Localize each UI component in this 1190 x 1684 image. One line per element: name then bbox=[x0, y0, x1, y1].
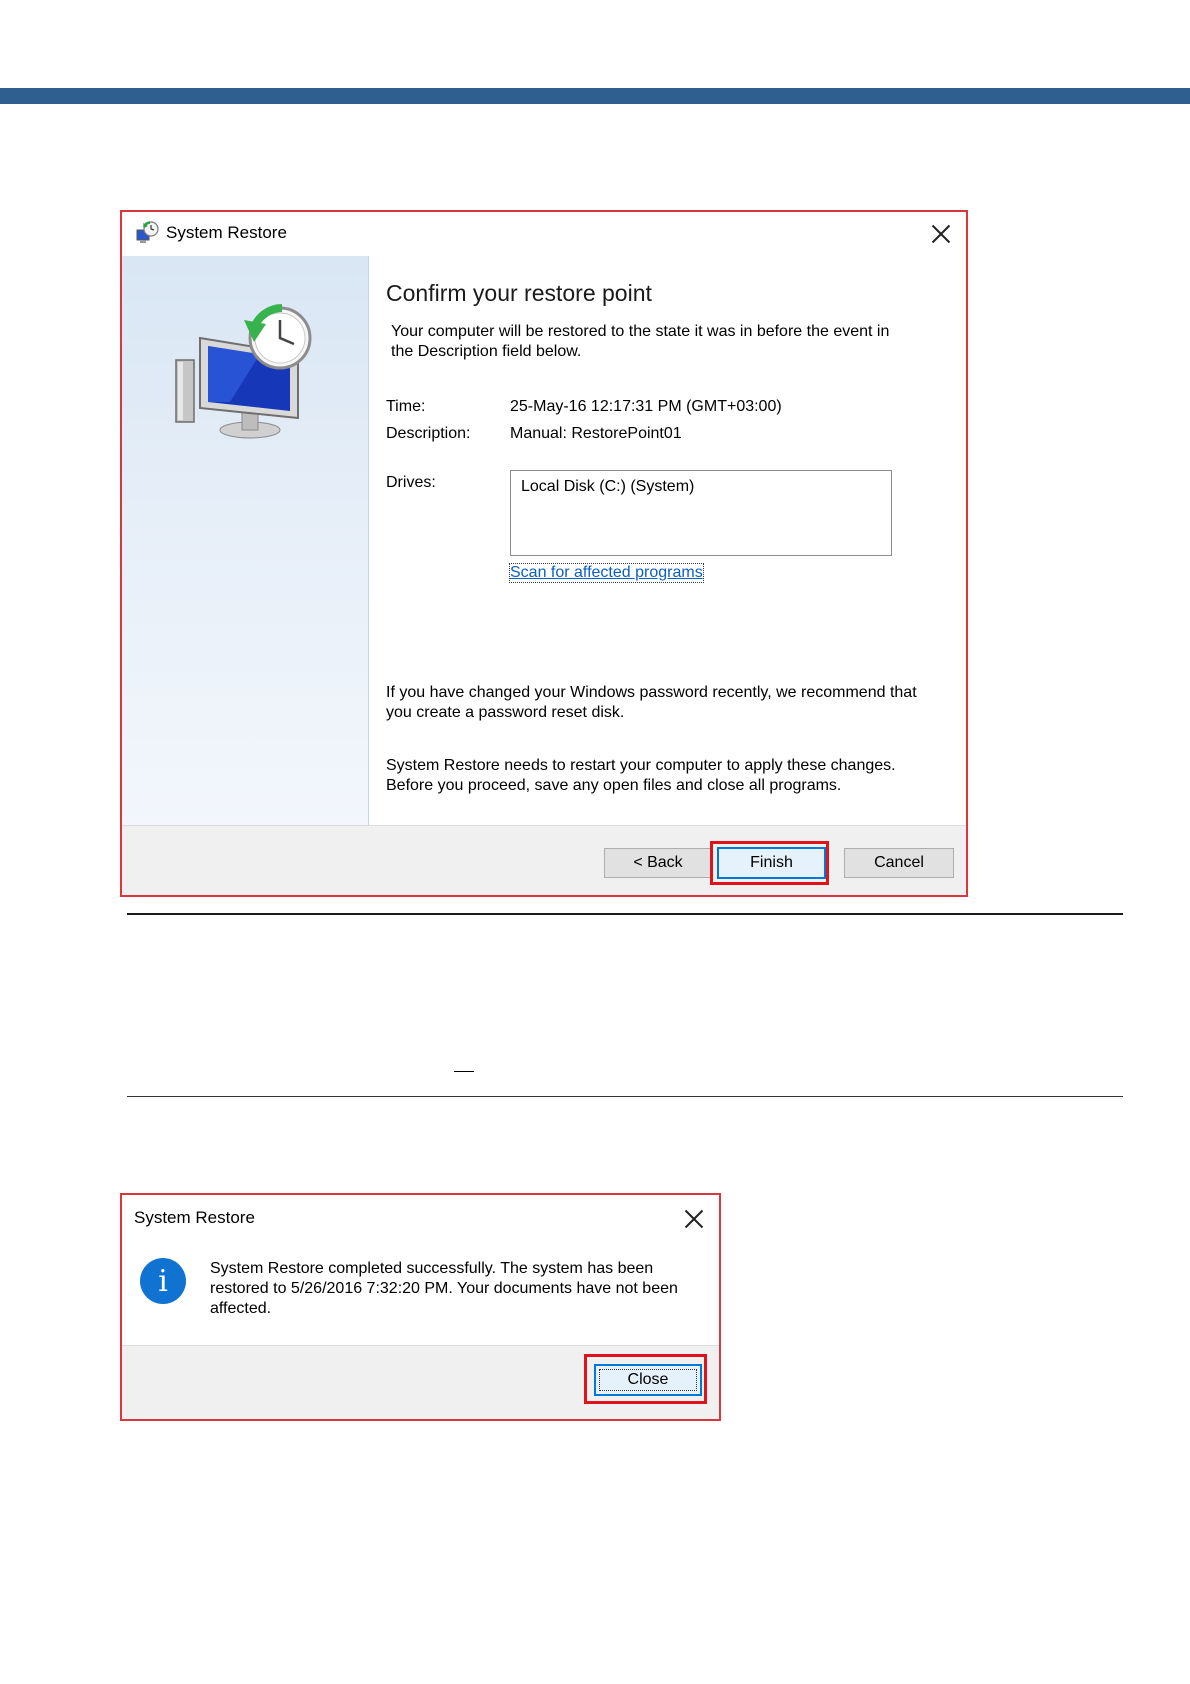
restart-note: System Restore needs to restart your com… bbox=[386, 757, 896, 794]
dialog-title: System Restore bbox=[166, 223, 287, 242]
title-bar: System Restore bbox=[122, 212, 966, 256]
password-note: If you have changed your Windows passwor… bbox=[386, 684, 917, 721]
cancel-button[interactable]: Cancel bbox=[844, 848, 954, 878]
restore-monitor-clock-icon bbox=[175, 304, 312, 439]
restore-complete-dialog: System Restore i System Restore complete… bbox=[120, 1193, 721, 1421]
confirm-restore-dialog: System Restore Confirm your restore poin… bbox=[120, 210, 968, 897]
button-bar: Close bbox=[122, 1345, 719, 1419]
page-title: Confirm your restore point bbox=[386, 280, 652, 306]
divider-top bbox=[127, 913, 1123, 915]
info-icon: i bbox=[140, 1258, 186, 1304]
description-label: Description: bbox=[386, 425, 471, 442]
button-bar: < Back Finish Cancel bbox=[122, 825, 966, 895]
back-button[interactable]: < Back bbox=[604, 848, 712, 878]
divider-bottom bbox=[127, 1096, 1123, 1097]
close-icon[interactable] bbox=[930, 223, 952, 245]
close-button[interactable]: Close bbox=[594, 1364, 702, 1396]
small-dash bbox=[454, 1071, 474, 1072]
drives-label: Drives: bbox=[386, 474, 436, 491]
completion-message: System Restore completed successfully. T… bbox=[210, 1260, 678, 1317]
intro-text: Your computer will be restored to the st… bbox=[391, 323, 890, 360]
side-panel bbox=[122, 256, 369, 827]
header-band bbox=[0, 88, 1190, 104]
dialog-title: System Restore bbox=[134, 1208, 255, 1227]
close-button-label: Close bbox=[627, 1371, 669, 1388]
drives-list[interactable]: Local Disk (C:) (System) bbox=[510, 470, 892, 556]
scan-affected-programs-link[interactable]: Scan for affected programs bbox=[509, 563, 704, 583]
close-icon[interactable] bbox=[683, 1208, 705, 1230]
description-value: Manual: RestorePoint01 bbox=[510, 425, 682, 442]
drive-item[interactable]: Local Disk (C:) (System) bbox=[521, 478, 694, 496]
time-label: Time: bbox=[386, 398, 426, 415]
finish-button[interactable]: Finish bbox=[717, 847, 826, 879]
time-value: 25-May-16 12:17:31 PM (GMT+03:00) bbox=[510, 398, 782, 415]
system-restore-icon bbox=[136, 221, 159, 243]
